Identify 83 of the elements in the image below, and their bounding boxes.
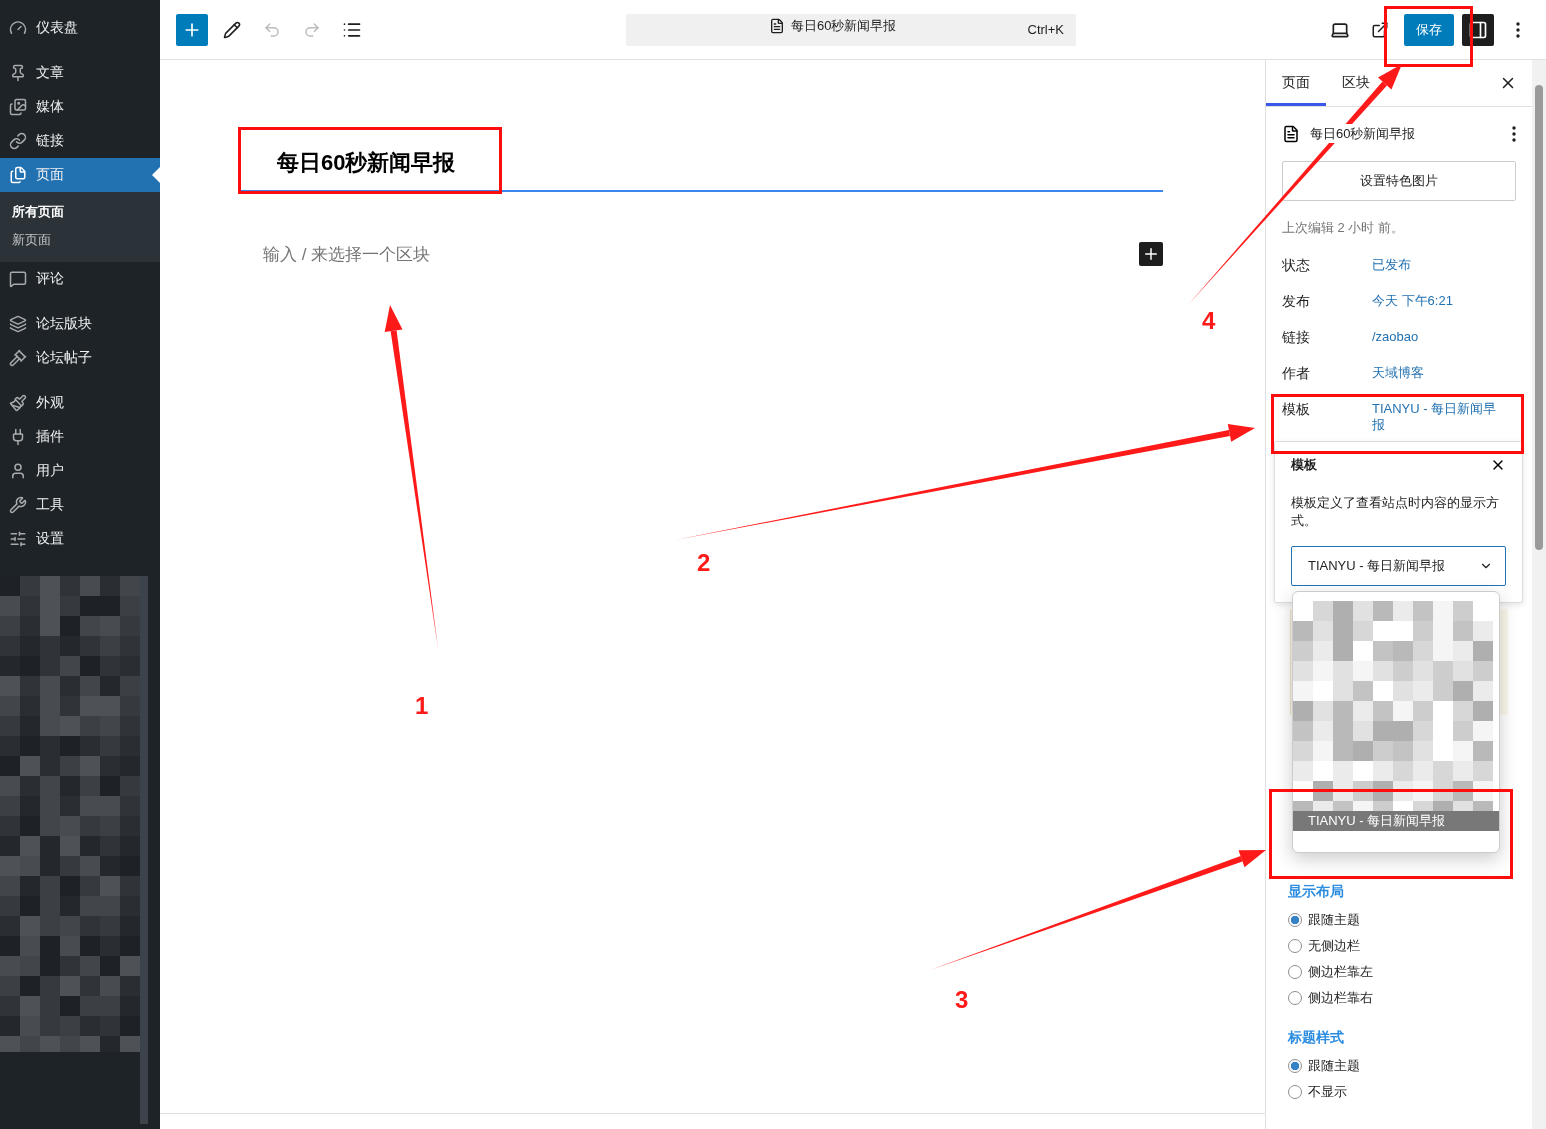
field-label: 模板	[1282, 400, 1311, 419]
document-title: 每日60秒新闻早报	[791, 16, 897, 35]
featured-image-button[interactable]: 设置特色图片	[1282, 161, 1516, 201]
sidebar-scrollbar[interactable]	[140, 576, 148, 1124]
field-label: 链接	[1282, 328, 1311, 347]
redo-icon	[303, 20, 321, 39]
radio-label: 侧边栏靠右	[1308, 989, 1373, 1007]
panel-scrollbar[interactable]	[1532, 60, 1546, 1129]
menu-icon	[9, 394, 27, 412]
sidebar-item[interactable]: 链接	[0, 124, 160, 158]
radio-button[interactable]	[1288, 1059, 1302, 1073]
field-value-link[interactable]: 今天 下午6:21	[1372, 287, 1507, 323]
radio-label: 跟随主题	[1308, 911, 1360, 929]
radio-label: 侧边栏靠左	[1308, 963, 1373, 981]
radio-button[interactable]	[1288, 939, 1302, 953]
popover-title: 模板	[1291, 456, 1317, 474]
section-title: 标题样式	[1288, 1029, 1345, 1047]
field-label: 状态	[1282, 256, 1311, 275]
sidebar-item[interactable]: 评论	[0, 262, 160, 296]
add-block-button[interactable]	[176, 13, 208, 46]
menu-icon	[9, 462, 27, 480]
field-value-link[interactable]: TIANYU - 每日新闻早报	[1372, 395, 1507, 433]
sidebar-item[interactable]: 页面	[0, 158, 160, 192]
radio-button[interactable]	[1288, 991, 1302, 1005]
save-button[interactable]: 保存	[1404, 13, 1454, 46]
page-title-summary: 每日60秒新闻早报	[1310, 124, 1416, 143]
sidebar-item[interactable]: 工具	[0, 488, 160, 522]
add-block-button[interactable]	[1139, 242, 1163, 266]
radio-button[interactable]	[1288, 965, 1302, 979]
menu-icon	[9, 19, 27, 37]
template-select[interactable]: TIANYU - 每日新闻早报	[1291, 546, 1506, 586]
menu-icon	[9, 270, 27, 288]
more-icon	[1516, 21, 1520, 38]
section-title: 显示布局	[1288, 883, 1345, 901]
field-label: 作者	[1282, 364, 1311, 383]
annotation-number: 1	[415, 692, 429, 720]
command-bar[interactable]: 每日60秒新闻早报 Ctrl+K	[626, 13, 1076, 46]
sidebar-item[interactable]: 用户	[0, 454, 160, 488]
shortcut-hint: Ctrl+K	[1027, 22, 1064, 37]
menu-icon	[9, 166, 27, 184]
menu-icon	[9, 315, 27, 333]
menu-icon	[9, 496, 27, 514]
sidebar-item[interactable]: 媒体	[0, 90, 160, 124]
page-title[interactable]: 每日60秒新闻早报	[238, 134, 1163, 192]
panel-tab[interactable]: 页面	[1266, 60, 1326, 106]
submenu-item[interactable]: 所有页面	[0, 198, 160, 226]
document-icon	[1282, 125, 1300, 143]
sidebar-item[interactable]: 论坛版块	[0, 307, 160, 341]
dropdown-option[interactable]: TIANYU - 每日新闻早报	[1293, 811, 1499, 831]
pencil-icon	[223, 20, 241, 39]
last-edited-text: 上次编辑 2 小时 前。	[1282, 219, 1406, 237]
radio-button[interactable]	[1288, 913, 1302, 927]
submenu-item[interactable]: 新页面	[0, 226, 160, 254]
sidebar-item[interactable]: 插件	[0, 420, 160, 454]
field-label: 发布	[1282, 292, 1311, 311]
sidebar-item[interactable]: 外观	[0, 386, 160, 420]
annotation-number: 3	[955, 986, 969, 1014]
plus-icon	[1142, 245, 1160, 263]
radio-button[interactable]	[1288, 1085, 1302, 1099]
menu-icon	[9, 64, 27, 82]
menu-icon	[9, 530, 27, 548]
field-value-link[interactable]: 已发布	[1372, 251, 1507, 287]
sidebar-item[interactable]: 设置	[0, 522, 160, 556]
annotation-number: 4	[1202, 307, 1216, 335]
sidebar-item[interactable]: 仪表盘	[0, 11, 160, 45]
block-placeholder[interactable]: 输入 / 来选择一个区块	[263, 242, 431, 266]
popover-description: 模板定义了查看站点时内容的显示方式。	[1291, 494, 1500, 530]
document-icon	[769, 17, 785, 34]
sidebar-item[interactable]: 文章	[0, 56, 160, 90]
sidebar-item[interactable]: 论坛帖子	[0, 341, 160, 375]
annotation-number: 2	[697, 549, 711, 577]
menu-icon	[9, 349, 27, 367]
radio-label: 跟随主题	[1308, 1057, 1360, 1075]
radio-label: 无侧边栏	[1308, 937, 1360, 955]
field-value-link[interactable]: 天域博客	[1372, 359, 1507, 395]
undo-icon	[263, 20, 281, 39]
radio-label: 不显示	[1308, 1083, 1347, 1101]
menu-icon	[9, 132, 27, 150]
menu-icon	[9, 98, 27, 116]
external-link-icon	[1371, 20, 1389, 39]
more-icon[interactable]	[1512, 126, 1516, 142]
field-value-link[interactable]: /zaobao	[1372, 323, 1507, 359]
panel-tab[interactable]: 区块	[1326, 60, 1386, 106]
